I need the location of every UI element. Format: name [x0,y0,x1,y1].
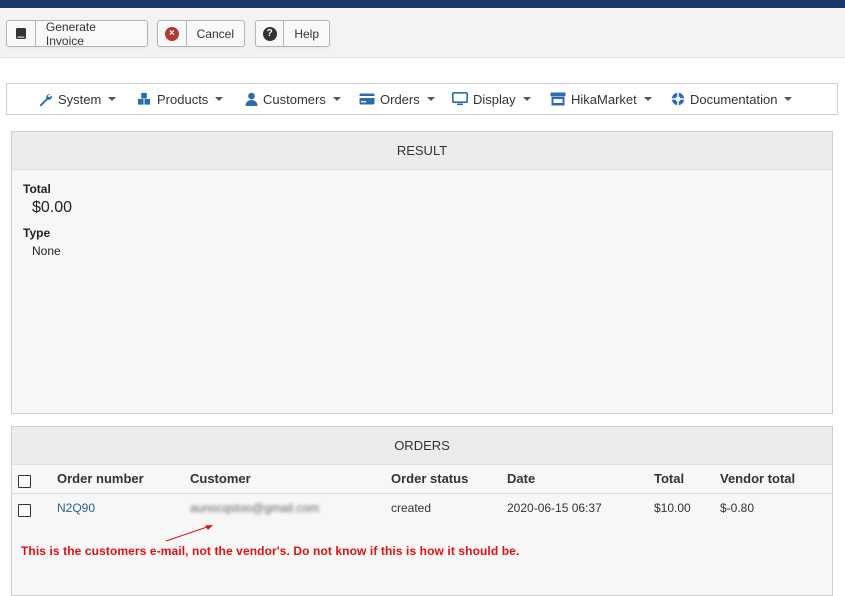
credit-card-icon [359,93,375,105]
menu-display[interactable]: Display [452,84,531,114]
help-button[interactable]: ? Help [255,20,330,47]
col-vendor-total[interactable]: Vendor total [720,471,795,486]
menu-system-label: System [58,91,102,107]
menu-documentation[interactable]: Documentation [671,84,793,114]
menu-hikamarket[interactable]: HikaMarket [550,84,652,114]
col-total[interactable]: Total [654,471,684,486]
help-label: Help [294,26,319,41]
main-menu: System Products Customers Orders Display… [6,83,838,115]
monitor-icon [452,92,468,106]
customer-email: aunocqstoo@gmail.com [190,501,319,515]
total-label: Total [23,182,51,196]
orders-panel: ORDERS Order number Customer Order statu… [11,426,833,596]
total-value: $0.00 [32,199,73,216]
result-title: RESULT [12,132,832,170]
lifebuoy-icon [671,92,685,106]
generate-invoice-button[interactable]: Generate Invoice [6,19,148,48]
col-date[interactable]: Date [507,471,535,486]
result-panel: RESULT Total $0.00 Type None [11,131,833,414]
cancel-icon: × [158,21,187,46]
menu-orders[interactable]: Orders [359,84,435,114]
type-value: None [32,244,61,258]
menu-products[interactable]: Products [137,84,224,114]
row-checkbox[interactable] [18,504,31,517]
order-number-link[interactable]: N2Q90 [57,501,95,515]
cancel-label: Cancel [196,26,234,41]
table-divider [12,493,832,494]
toolbar: Generate Invoice × Cancel ? Help [0,8,845,58]
select-all-checkbox[interactable] [18,475,31,488]
annotation-arrow [165,525,213,542]
menu-customers[interactable]: Customers [245,84,341,114]
cancel-button[interactable]: × Cancel [157,20,245,47]
menu-orders-label: Orders [380,91,420,107]
menu-products-label: Products [157,91,209,107]
wrench-icon [39,93,52,106]
orders-title: ORDERS [12,427,832,465]
order-total: $10.00 [654,501,691,515]
vendor-total: $-0.80 [720,501,755,515]
menu-display-label: Display [473,91,516,107]
question-icon: ? [256,21,285,46]
annotation-note: This is the customers e-mail, not the ve… [21,544,520,558]
menu-customers-label: Customers [263,91,326,107]
top-accent-bar [0,0,845,8]
col-customer[interactable]: Customer [190,471,251,486]
generate-invoice-label: Generate Invoice [45,19,96,48]
col-order-status[interactable]: Order status [391,471,468,486]
store-icon [550,92,566,106]
cubes-icon [137,92,151,105]
menu-system[interactable]: System [38,84,117,114]
order-status: created [391,501,432,515]
col-order-number[interactable]: Order number [57,471,144,486]
menu-hikamarket-label: HikaMarket [571,91,637,107]
order-date: 2020-06-15 06:37 [507,501,602,515]
menu-documentation-label: Documentation [690,91,778,107]
book-icon [7,21,36,46]
type-label: Type [23,226,51,240]
user-icon [245,92,258,106]
